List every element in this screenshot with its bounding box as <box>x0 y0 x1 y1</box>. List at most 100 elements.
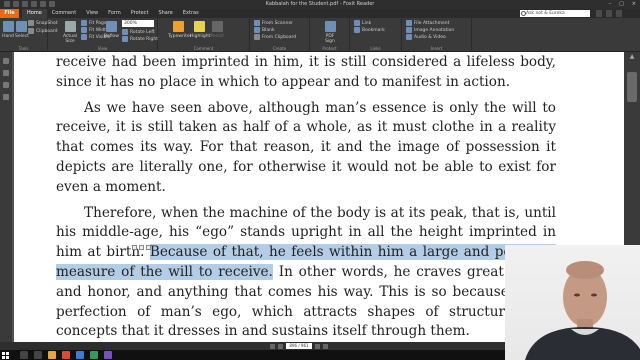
group-label-links: Links <box>370 46 381 51</box>
highlight-icon <box>193 21 205 32</box>
zoom-select[interactable]: 300% <box>122 20 154 27</box>
image-annotation-button[interactable]: Image Annotation <box>406 27 454 33</box>
link-icon <box>354 20 360 26</box>
tab-home[interactable]: Home <box>22 9 47 18</box>
rotate-right-button[interactable]: Rotate Right <box>122 36 158 42</box>
from-clipboard-label: From Clipboard <box>262 34 297 40</box>
minimize-icon[interactable]: – <box>609 0 612 9</box>
group-label-create: Create <box>272 46 287 51</box>
menu-right-icons <box>596 10 622 17</box>
bookmark-label: Bookmark <box>362 27 385 33</box>
media-taskbar-icon[interactable] <box>104 351 112 359</box>
note-icon[interactable] <box>146 245 151 250</box>
first-page-icon[interactable] <box>270 343 275 349</box>
file-attachment-button[interactable]: File Attachment <box>406 20 449 26</box>
ribbon-group-tools: Hand Select SnapShot Clipboard Tools <box>0 18 58 52</box>
windows-start-icon[interactable] <box>2 352 9 359</box>
bookmark-button[interactable]: Bookmark <box>354 27 385 33</box>
pencil-label: Pencil <box>210 34 224 39</box>
ribbon-group-links: Link Bookmark Links <box>350 18 402 52</box>
tab-comment[interactable]: Comment <box>47 9 82 18</box>
file-explorer-icon[interactable] <box>48 351 56 359</box>
from-clipboard-button[interactable]: From Clipboard <box>254 34 296 40</box>
highlight-button[interactable]: Highlight <box>190 21 211 39</box>
from-scanner-button[interactable]: From Scanner <box>254 20 293 26</box>
tab-protect[interactable]: Protect <box>126 9 154 18</box>
page-number-field[interactable]: 896 / 961 <box>286 343 312 349</box>
help-icon[interactable] <box>606 10 612 17</box>
paragraph-2: As we have seen above, although man’s es… <box>56 99 556 195</box>
browser-taskbar-icon[interactable] <box>76 351 84 359</box>
options-icon[interactable] <box>616 10 622 17</box>
paragraph-1: receive had been imprinted in him, it is… <box>56 54 556 90</box>
file-menu-tab[interactable]: File <box>0 9 19 18</box>
typewriter-button[interactable]: Typewriter <box>168 21 192 39</box>
annotation-popup-toolbar <box>132 245 151 250</box>
hand-tool-button[interactable]: Hand <box>2 21 14 39</box>
image-annotation-label: Image Annotation <box>414 27 455 33</box>
group-label-view: View <box>97 46 108 51</box>
reflow-label: Reflow <box>104 34 119 39</box>
rotate-left-icon <box>122 29 128 35</box>
task-view-icon[interactable] <box>34 351 42 359</box>
scroll-up-icon[interactable]: ▲ <box>628 54 636 60</box>
tab-share[interactable]: Share <box>153 9 177 18</box>
search-input[interactable]: Ask not & Eureka <box>520 10 590 17</box>
tab-view[interactable]: View <box>81 9 103 18</box>
layers-panel-icon[interactable] <box>3 82 9 88</box>
audio-video-button[interactable]: Audio & Video <box>406 34 446 40</box>
select-cursor-icon <box>15 21 27 32</box>
rotate-right-label: Rotate Right <box>130 36 159 42</box>
actual-size-button[interactable]: Actual Size <box>62 21 78 44</box>
window-controls: – □ × <box>609 0 636 9</box>
highlight-label: Highlight <box>190 34 211 39</box>
app-taskbar-icon[interactable] <box>90 351 98 359</box>
bookmarks-panel-icon[interactable] <box>3 58 9 64</box>
next-page-icon[interactable] <box>315 343 320 349</box>
close-icon[interactable]: × <box>632 0 636 9</box>
attachments-panel-icon[interactable] <box>3 94 9 100</box>
last-page-icon[interactable] <box>323 343 328 349</box>
highlight-small-icon[interactable] <box>139 245 144 250</box>
menu-bar: File Home Comment View Form Protect Shar… <box>0 9 640 18</box>
search-icon[interactable] <box>20 351 28 359</box>
pencil-icon <box>211 21 223 32</box>
rotate-left-button[interactable]: Rotate Left <box>122 29 155 35</box>
scrollbar-thumb[interactable] <box>627 72 637 102</box>
hand-label: Hand <box>2 34 14 39</box>
navigation-panel <box>0 52 12 342</box>
foxit-taskbar-icon[interactable] <box>62 351 70 359</box>
ribbon-group-comment: Typewriter Highlight Pencil Comment <box>158 18 250 52</box>
copy-icon[interactable] <box>132 245 137 250</box>
reflow-button[interactable]: Reflow <box>104 21 119 39</box>
ribbon-group-view: Actual Size Fit Page Fit Width Fit Visib… <box>48 18 158 52</box>
tab-extras[interactable]: Extras <box>178 9 204 18</box>
foxit-reader-window: Kabbalah for the Student.pdf - Foxit Rea… <box>0 0 640 360</box>
blank-button[interactable]: Blank <box>254 27 275 33</box>
find-icon[interactable] <box>596 10 602 17</box>
typewriter-icon <box>172 21 184 32</box>
select-tool-button[interactable]: Select <box>15 21 29 39</box>
fit-page-button[interactable]: Fit Page <box>81 20 107 26</box>
actual-size-label: Actual Size <box>62 34 78 44</box>
paste-icon <box>254 34 260 40</box>
rotate-right-icon <box>122 36 128 42</box>
pdf-sign-button[interactable]: PDF Sign <box>322 21 338 44</box>
from-scanner-label: From Scanner <box>262 20 293 26</box>
pages-panel-icon[interactable] <box>3 70 9 76</box>
bookmark-icon <box>354 27 360 33</box>
tab-form[interactable]: Form <box>103 9 126 18</box>
group-label-insert: Insert <box>430 46 443 51</box>
ribbon-group-insert: File Attachment Image Annotation Audio &… <box>402 18 472 52</box>
page-navigation: 896 / 961 <box>270 343 328 349</box>
blank-page-icon <box>254 27 260 33</box>
pencil-button[interactable]: Pencil <box>210 21 224 39</box>
clipboard-icon <box>28 28 34 34</box>
previous-page-icon[interactable] <box>278 343 283 349</box>
link-button[interactable]: Link <box>354 20 371 26</box>
fit-page-icon <box>81 20 87 26</box>
presenter-video <box>525 261 640 360</box>
group-label-comment: Comment <box>193 46 214 51</box>
typewriter-label: Typewriter <box>168 34 192 39</box>
maximize-icon[interactable]: □ <box>619 0 624 9</box>
